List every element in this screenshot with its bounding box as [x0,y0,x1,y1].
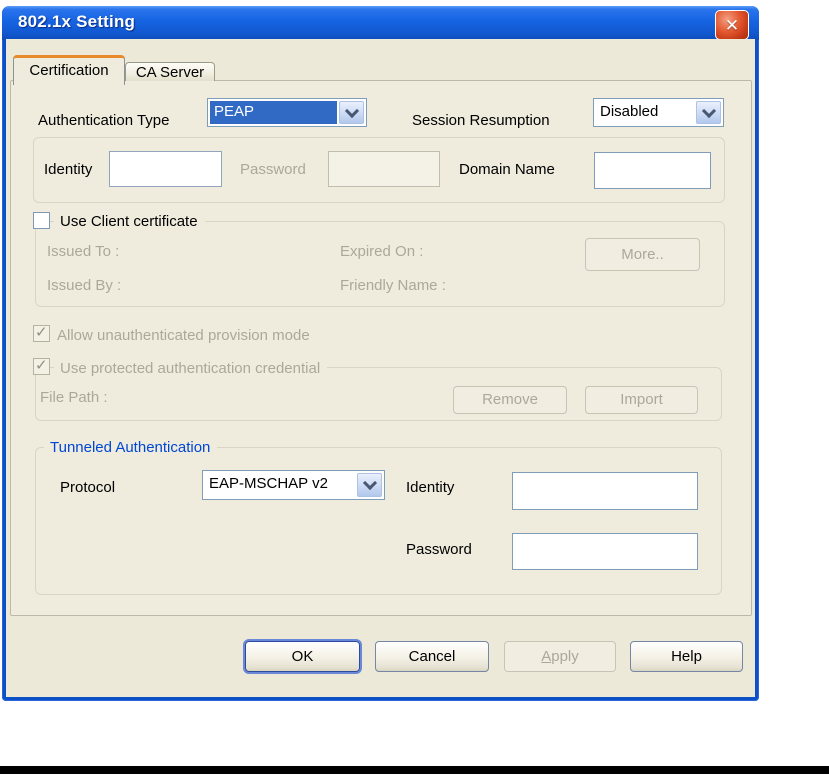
check-icon: ✓ [35,324,48,341]
tab-certification[interactable]: Certification [13,55,125,85]
chevron-down-icon[interactable] [357,473,382,497]
tab-ca-server[interactable]: CA Server [125,62,215,81]
authentication-type-select[interactable]: PEAP [207,98,367,127]
allow-unauthenticated-provision-label: Allow unauthenticated provision mode [57,327,310,344]
issued-by-label: Issued By : [47,277,122,294]
identity-input[interactable] [109,151,222,187]
use-protected-credential-checkbox: ✓ [33,358,50,375]
screen: 802.1x Setting ✕ CA Server Certification… [0,0,829,778]
remove-button: Remove [453,386,567,414]
protocol-select[interactable]: EAP-MSCHAP v2 [202,470,385,500]
close-icon: ✕ [724,15,740,35]
use-client-certificate-checkbox[interactable] [33,212,50,229]
identity-label: Identity [44,161,93,178]
close-button[interactable]: ✕ [715,10,749,40]
use-protected-credential-label: Use protected authentication credential [54,360,328,377]
domain-name-input[interactable] [594,152,711,189]
password-input [328,151,440,187]
domain-name-label: Domain Name [459,161,555,178]
title-bar: 802.1x Setting [2,6,759,40]
use-client-certificate-label: Use Client certificate [54,213,205,230]
tunneled-authentication-title: Tunneled Authentication [44,439,218,456]
password-label: Password [240,161,306,178]
page-divider-rule [0,766,829,774]
more-button: More.. [585,238,700,271]
check-icon: ✓ [35,357,48,374]
cancel-button[interactable]: Cancel [375,641,489,672]
apply-button: Apply [504,641,616,672]
session-resumption-value: Disabled [600,103,659,120]
tunneled-identity-label: Identity [406,479,455,496]
issued-to-label: Issued To : [47,243,120,260]
chevron-down-icon[interactable] [339,101,364,124]
help-button[interactable]: Help [630,641,743,672]
expired-on-label: Expired On : [340,243,424,260]
authentication-type-value: PEAP [210,101,337,124]
tunneled-password-label: Password [406,541,472,558]
import-button: Import [585,386,698,414]
allow-unauthenticated-provision-checkbox: ✓ [33,325,50,342]
session-resumption-select[interactable]: Disabled [593,98,724,127]
ok-button[interactable]: OK [245,641,360,672]
protocol-value: EAP-MSCHAP v2 [209,475,328,492]
file-path-label: File Path : [40,389,108,406]
session-resumption-label: Session Resumption [412,112,550,129]
authentication-type-label: Authentication Type [38,112,170,129]
tunneled-password-input[interactable] [512,533,698,570]
protocol-label: Protocol [60,479,116,496]
dialog-title: 802.1x Setting [18,12,136,31]
chevron-down-icon[interactable] [696,101,721,124]
friendly-name-label: Friendly Name : [340,277,446,294]
tunneled-identity-input[interactable] [512,472,698,510]
